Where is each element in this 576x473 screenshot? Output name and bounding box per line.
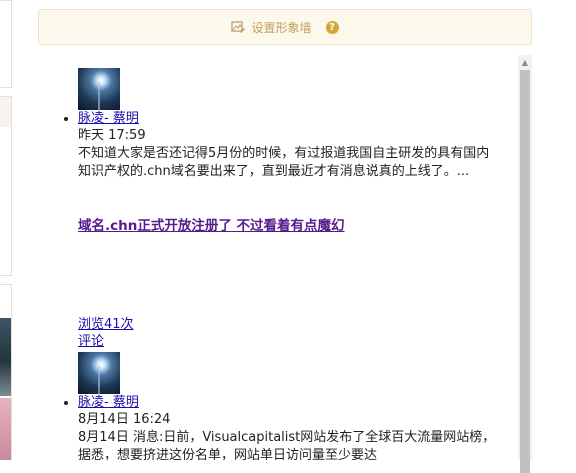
set-image-wall-button[interactable]: 设置形象墙 ? <box>38 9 532 45</box>
author-link[interactable]: 脉凌- 蔡明 <box>78 395 139 410</box>
post-excerpt: 不知道大家是否还记得5月份的时候，有过报道我国自主研发的具有国内知识产权的.ch… <box>78 146 490 179</box>
left-card-middle <box>0 96 12 276</box>
left-card-top <box>0 0 12 88</box>
scrollbar-thumb[interactable] <box>520 70 530 473</box>
post-time: 昨天 17:59 <box>78 128 146 143</box>
question-icon[interactable]: ? <box>325 20 339 34</box>
feed-item: 脉凌- 蔡明 8月14日 16:24 8月14日 消息:日前，Visualcap… <box>78 352 518 460</box>
left-thumbnail-2[interactable] <box>0 398 11 460</box>
image-edit-icon <box>231 21 246 33</box>
views-link[interactable]: 浏览41次 <box>78 317 134 332</box>
left-panel-edge <box>0 0 14 460</box>
post-time: 8月14日 16:24 <box>78 412 171 427</box>
comments-link[interactable]: 评论 <box>78 334 104 349</box>
post-title-link[interactable]: 域名.chn正式开放注册了 不过看着有点魔幻 <box>78 218 345 234</box>
left-thumbnail-1[interactable] <box>0 318 11 396</box>
scroll-up-icon[interactable]: ▲ <box>518 55 532 69</box>
author-link[interactable]: 脉凌- 蔡明 <box>78 111 139 126</box>
activity-feed[interactable]: 脉凌- 蔡明 昨天 17:59 不知道大家是否还记得5月份的时候，有过报道我国自… <box>38 55 518 460</box>
feed-scrollbar[interactable]: ▲ <box>518 55 532 473</box>
avatar[interactable] <box>78 68 120 110</box>
set-image-wall-label: 设置形象墙 <box>251 20 312 35</box>
avatar[interactable] <box>78 352 120 394</box>
post-excerpt: 8月14日 消息:日前，Visualcapitalist网站发布了全球百大流量网… <box>78 430 496 460</box>
feed-item: 脉凌- 蔡明 昨天 17:59 不知道大家是否还记得5月份的时候，有过报道我国自… <box>78 68 518 350</box>
